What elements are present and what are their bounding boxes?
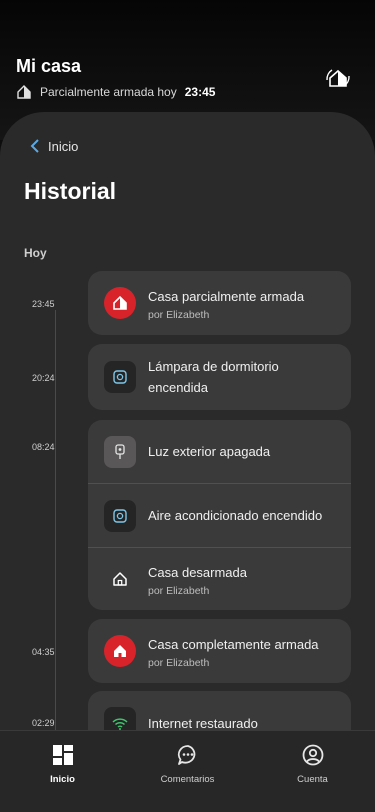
tab-label: Cuenta xyxy=(297,774,328,785)
event-label: Luz exterior apagada xyxy=(148,444,271,459)
event-time: 20:24 xyxy=(32,373,55,383)
smart-plug-icon xyxy=(104,361,136,393)
history-event[interactable]: Lámpara de dormitorio encendida xyxy=(88,344,351,410)
history-event[interactable]: Casa desarmada por Elizabeth xyxy=(88,547,351,610)
home-title: Mi casa xyxy=(16,56,82,76)
history-card[interactable]: Casa parcialmente armada por Elizabeth xyxy=(88,271,351,335)
event-label: Casa desarmada xyxy=(148,564,247,580)
event-label: Lámpara de dormitorio encendida xyxy=(148,359,279,395)
back-button[interactable]: Inicio xyxy=(30,136,78,156)
house-disarmed-icon xyxy=(104,563,136,595)
house-armed-icon xyxy=(104,635,136,667)
house-partial-armed-icon xyxy=(104,287,136,319)
section-label-today: Hoy xyxy=(24,246,47,260)
event-time: 04:35 xyxy=(32,647,55,657)
dashboard-icon xyxy=(52,745,73,765)
chevron-left-icon xyxy=(30,139,39,153)
history-event[interactable]: Casa completamente armada por Elizabeth xyxy=(88,619,351,683)
house-partial-icon xyxy=(17,85,31,99)
page-title: Historial xyxy=(24,178,117,204)
tab-label: Comentarios xyxy=(160,774,215,785)
arm-status-time: 23:45 xyxy=(184,85,216,99)
event-time: 23:45 xyxy=(32,299,55,309)
history-card-group[interactable]: Luz exterior apagada Aire acondicionado … xyxy=(88,420,351,610)
back-label: Inicio xyxy=(48,138,79,154)
arm-status: Parcialmente armada hoy 23:45 xyxy=(16,83,215,101)
event-label: Aire acondicionado encendido xyxy=(148,508,323,523)
account-icon xyxy=(302,744,323,766)
event-author: por Elizabeth xyxy=(148,656,210,669)
event-label: Casa completamente armada xyxy=(148,636,319,652)
chat-bubble-icon xyxy=(177,745,195,765)
smart-plug-icon xyxy=(104,499,136,532)
event-time: 02:29 xyxy=(32,718,55,728)
event-author: por Elizabeth xyxy=(148,584,210,597)
history-sheet: Inicio Historial Hoy 23:45 20:24 08:24 0… xyxy=(0,112,375,812)
tab-comentarios[interactable]: Comentarios xyxy=(125,731,250,812)
event-time: 08:24 xyxy=(32,442,55,452)
history-event[interactable]: Casa parcialmente armada por Elizabeth xyxy=(88,271,351,335)
tab-cuenta[interactable]: Cuenta xyxy=(250,731,375,812)
history-card[interactable]: Lámpara de dormitorio encendida xyxy=(88,344,351,410)
history-event[interactable]: Luz exterior apagada xyxy=(88,420,351,483)
bottom-tab-bar: Inicio Comentarios Cuenta xyxy=(0,730,375,812)
tab-label: Inicio xyxy=(50,774,75,785)
history-event[interactable]: Aire acondicionado encendido xyxy=(88,483,351,547)
history-card[interactable]: Casa completamente armada por Elizabeth xyxy=(88,619,351,683)
outdoor-light-icon xyxy=(104,435,136,468)
event-label: Casa parcialmente armada xyxy=(148,288,305,304)
event-author: por Elizabeth xyxy=(148,308,210,321)
house-sync-icon[interactable] xyxy=(324,66,352,90)
tab-inicio[interactable]: Inicio xyxy=(0,731,125,812)
arm-status-text: Parcialmente armada hoy xyxy=(40,85,177,99)
